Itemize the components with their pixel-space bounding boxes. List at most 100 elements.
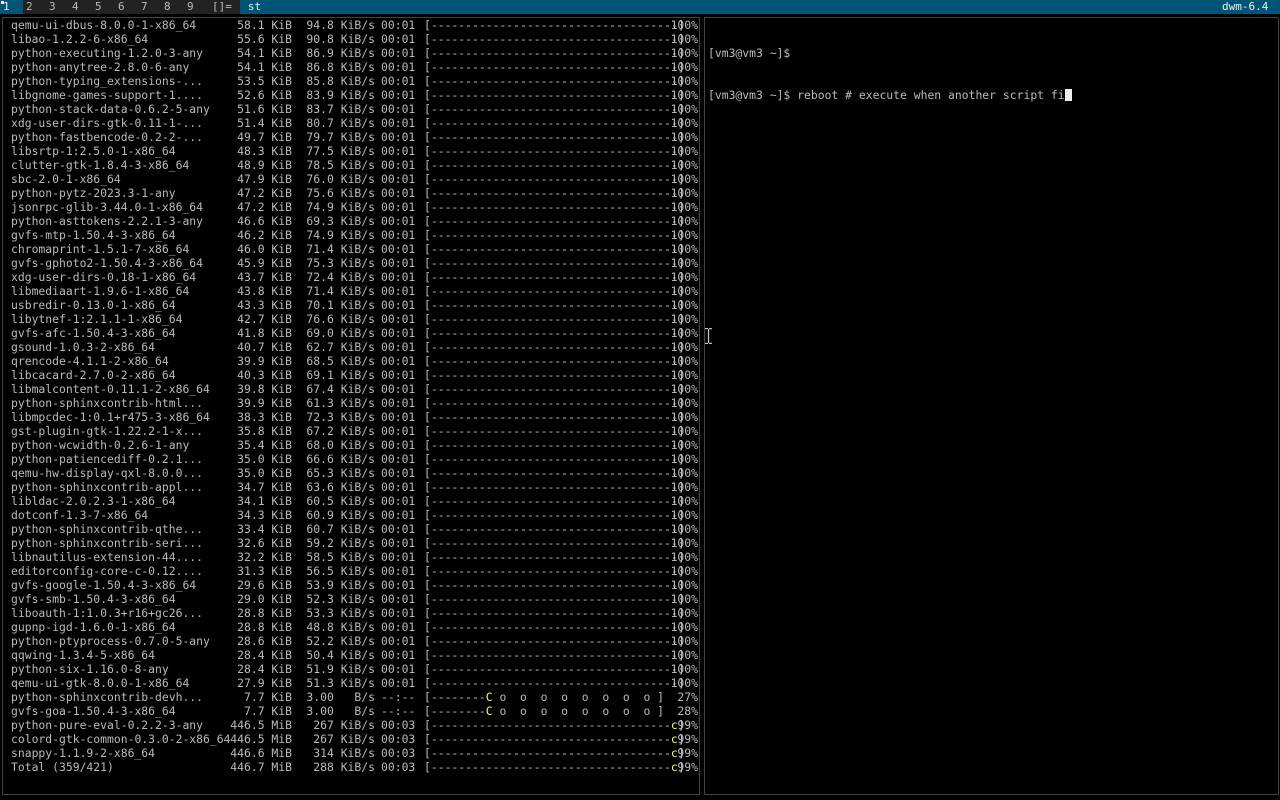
layout-indicator[interactable]: []= xyxy=(207,0,240,14)
progress-percent: 100% xyxy=(670,676,698,690)
download-row: python-sphinxcontrib-seri... 32.6 KiB 59.2… xyxy=(3,536,699,550)
progress-percent: 100% xyxy=(670,438,698,452)
progress-percent: 100% xyxy=(670,578,698,592)
ibeam-cursor-icon xyxy=(705,328,712,344)
download-row: gvfs-gphoto2-1.50.4-3-x86_64 45.9 KiB 75.3… xyxy=(3,256,699,270)
progress-percent: 100% xyxy=(670,74,698,88)
download-row: python-anytree-2.8.0-6-any 54.1 KiB 86.8 K… xyxy=(3,60,699,74)
download-row: libcacard-2.7.0-2-x86_64 40.3 KiB 69.1 KiB… xyxy=(3,368,699,382)
progress-percent: 100% xyxy=(670,662,698,676)
download-row: gvfs-goa-1.50.4-3-x86_64 7.7 KiB 3.00 B/s -… xyxy=(3,704,699,718)
progress-percent: 100% xyxy=(670,466,698,480)
progress-percent: 100% xyxy=(670,116,698,130)
download-row: liboauth-1:1.0.3+r16+gc26... 28.8 KiB 53.3… xyxy=(3,606,699,620)
download-row: python-patiencediff-0.2.1... 35.0 KiB 66.6… xyxy=(3,452,699,466)
download-row: qemu-ui-gtk-8.0.0-1-x86_64 27.9 KiB 51.3 K… xyxy=(3,676,699,690)
download-row: xdg-user-dirs-gtk-0.11-1-... 51.4 KiB 80.7… xyxy=(3,116,699,130)
download-row: qqwing-1.3.4-5-x86_64 28.4 KiB 50.4 KiB/s 0… xyxy=(3,648,699,662)
download-row: gvfs-smb-1.50.4-3-x86_64 29.0 KiB 52.3 KiB… xyxy=(3,592,699,606)
download-row: libmalcontent-0.11.1-2-x86_64 39.8 KiB 67.… xyxy=(3,382,699,396)
progress-percent: 100% xyxy=(670,564,698,578)
tag-9[interactable]: 9 xyxy=(184,0,207,14)
tag-8[interactable]: 8 xyxy=(161,0,184,14)
tag-1[interactable]: 1 xyxy=(0,0,23,14)
progress-percent: 100% xyxy=(670,284,698,298)
tag-7[interactable]: 7 xyxy=(138,0,161,14)
prompt-line: [vm3@vm3 ~]$ xyxy=(708,46,791,60)
download-row: python-pytz-2023.3-1-any 47.2 KiB 75.6 KiB… xyxy=(3,186,699,200)
progress-percent: 100% xyxy=(670,200,698,214)
download-row: jsonrpc-glib-3.44.0-1-x86_64 47.2 KiB 74.9… xyxy=(3,200,699,214)
download-row: libsrtp-1:2.5.0-1-x86_64 48.3 KiB 77.5 KiB… xyxy=(3,144,699,158)
download-row: qemu-ui-dbus-8.0.0-1-x86_64 58.1 KiB 94.8 … xyxy=(3,18,699,32)
status-text: dwm-6.4 xyxy=(1216,0,1280,14)
terminal-pacman-download[interactable]: qemu-ui-dbus-8.0.0-1-x86_64 58.1 KiB 94.8 … xyxy=(2,17,700,795)
progress-percent: 100% xyxy=(670,452,698,466)
progress-percent: 100% xyxy=(670,340,698,354)
download-row: libao-1.2.2-6-x86_64 55.6 KiB 90.8 KiB/s 00… xyxy=(3,32,699,46)
progress-percent: 100% xyxy=(670,354,698,368)
download-row: python-pure-eval-0.2.2-3-any 446.5 MiB 267… xyxy=(3,718,699,732)
progress-percent: 100% xyxy=(670,18,698,32)
progress-percent: 100% xyxy=(670,46,698,60)
download-row: python-stack-data-0.6.2-5-any 51.6 KiB 83.… xyxy=(3,102,699,116)
download-row: python-asttokens-2.2.1-3-any 46.6 KiB 69.3… xyxy=(3,214,699,228)
download-row: gsound-1.0.3-2-x86_64 40.7 KiB 62.7 KiB/s 0… xyxy=(3,340,699,354)
progress-percent: 100% xyxy=(670,606,698,620)
progress-percent: 100% xyxy=(670,256,698,270)
tag-list: 123456789 xyxy=(0,0,207,14)
progress-percent: 28% xyxy=(677,704,698,718)
download-row: sbc-2.0-1-x86_64 47.9 KiB 76.0 KiB/s 00:01[… xyxy=(3,172,699,186)
download-row: libnautilus-extension-44.... 32.2 KiB 58.5… xyxy=(3,550,699,564)
download-row: libytnef-1:2.1.1-1-x86_64 42.7 KiB 76.6 Ki… xyxy=(3,312,699,326)
progress-percent: 100% xyxy=(670,242,698,256)
progress-percent: 100% xyxy=(670,214,698,228)
download-row: clutter-gtk-1.8.4-3-x86_64 48.9 KiB 78.5 K… xyxy=(3,158,699,172)
download-row: Total (359/421) 446.7 MiB 288 KiB/s 00:03 [-… xyxy=(3,760,699,774)
progress-percent: 100% xyxy=(670,326,698,340)
download-row: python-fastbencode-0.2-2-... 49.7 KiB 79.7… xyxy=(3,130,699,144)
download-row: python-sphinxcontrib-devh... 7.7 KiB 3.00 … xyxy=(3,690,699,704)
progress-percent: 100% xyxy=(670,186,698,200)
download-row: python-wcwidth-0.2.6-1-any 35.4 KiB 68.0 K… xyxy=(3,438,699,452)
download-row: libgnome-games-support-1.... 52.6 KiB 83.9… xyxy=(3,88,699,102)
progress-percent: 100% xyxy=(670,32,698,46)
progress-percent: 100% xyxy=(670,144,698,158)
tag-6[interactable]: 6 xyxy=(115,0,138,14)
progress-percent: 100% xyxy=(670,648,698,662)
tag-4[interactable]: 4 xyxy=(69,0,92,14)
progress-percent: 27% xyxy=(677,690,698,704)
download-row: editorconfig-core-c-0.12.... 31.3 KiB 56.5… xyxy=(3,564,699,578)
tag-2[interactable]: 2 xyxy=(23,0,46,14)
download-row: libldac-2.0.2.3-1-x86_64 34.1 KiB 60.5 KiB… xyxy=(3,494,699,508)
terminal-shell[interactable]: [vm3@vm3 ~]$ [vm3@vm3 ~]$ reboot # execu… xyxy=(704,17,1279,795)
progress-percent: 100% xyxy=(670,522,698,536)
progress-percent: 100% xyxy=(670,424,698,438)
download-row: gvfs-google-1.50.4-3-x86_64 29.6 KiB 53.9 … xyxy=(3,578,699,592)
tag-3[interactable]: 3 xyxy=(46,0,69,14)
download-row: python-sphinxcontrib-appl... 34.7 KiB 63.6… xyxy=(3,480,699,494)
text-cursor xyxy=(1064,89,1072,101)
download-row: chromaprint-1.5.1-7-x86_64 46.0 KiB 71.4 K… xyxy=(3,242,699,256)
command-text: [vm3@vm3 ~]$ reboot # execute when anoth… xyxy=(708,88,1065,102)
download-row: xdg-user-dirs-0.18-1-x86_64 43.7 KiB 72.4 … xyxy=(3,270,699,284)
progress-percent: 100% xyxy=(670,312,698,326)
download-row: dotconf-1.3-7-x86_64 34.3 KiB 60.9 KiB/s 00… xyxy=(3,508,699,522)
progress-percent: 100% xyxy=(670,550,698,564)
progress-percent: 100% xyxy=(670,396,698,410)
window-title: st xyxy=(239,0,1216,14)
download-row: gvfs-afc-1.50.4-3-x86_64 41.8 KiB 69.0 KiB… xyxy=(3,326,699,340)
tag-5[interactable]: 5 xyxy=(92,0,115,14)
progress-percent: 100% xyxy=(670,536,698,550)
download-row: gvfs-mtp-1.50.4-3-x86_64 46.2 KiB 74.9 KiB… xyxy=(3,228,699,242)
progress-percent: 100% xyxy=(670,270,698,284)
download-row: gst-plugin-gtk-1.22.2-1-x... 35.8 KiB 67.2… xyxy=(3,424,699,438)
progress-percent: 99% xyxy=(677,746,698,760)
progress-percent: 100% xyxy=(670,88,698,102)
progress-percent: 100% xyxy=(670,634,698,648)
progress-percent: 100% xyxy=(670,410,698,424)
progress-percent: 100% xyxy=(670,60,698,74)
progress-percent: 99% xyxy=(677,732,698,746)
download-row: colord-gtk-common-0.3.0-2-x86_64 446.5 Mi… xyxy=(3,732,699,746)
progress-percent: 100% xyxy=(670,480,698,494)
